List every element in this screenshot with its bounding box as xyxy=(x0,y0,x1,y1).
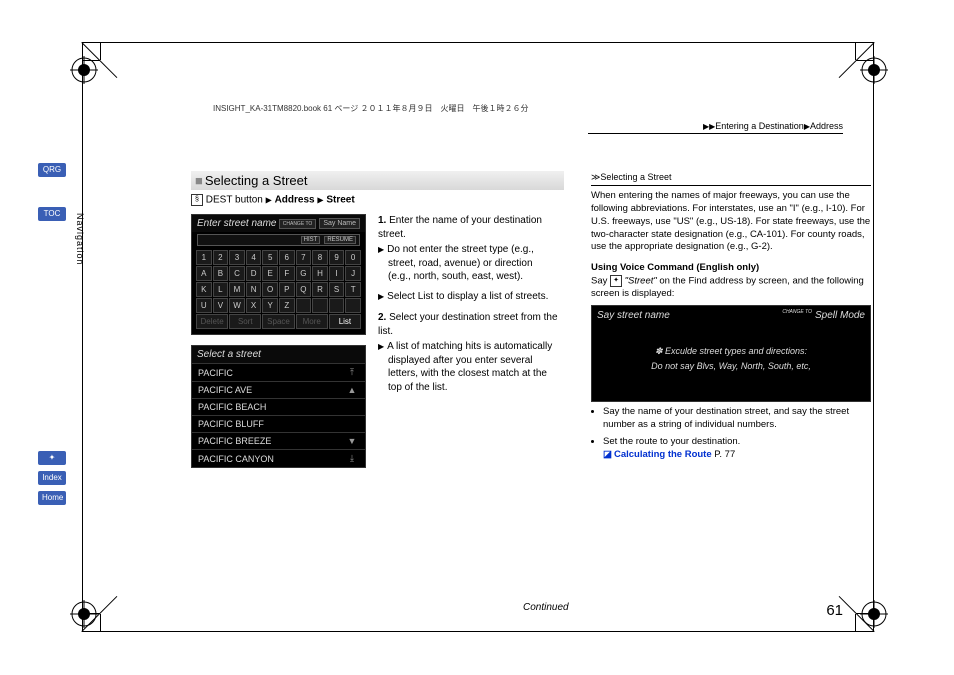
key xyxy=(312,298,328,313)
book-info-line: INSIGHT_KA-31TM8820.book 61 ページ ２０１１年８月９… xyxy=(213,103,528,114)
key xyxy=(329,298,345,313)
list-key[interactable]: List xyxy=(329,314,361,329)
tab-toc[interactable]: TOC xyxy=(38,207,66,221)
list-item[interactable]: PACIFIC AVE▲ xyxy=(192,381,365,398)
key[interactable]: Z xyxy=(279,298,295,313)
section-title: ■Selecting a Street xyxy=(191,171,564,190)
tab-voice[interactable]: ✦ xyxy=(38,451,66,465)
scroll-top-icon[interactable]: ⤒ xyxy=(345,367,359,378)
list-item[interactable]: PACIFIC⤒ xyxy=(192,363,365,381)
key[interactable]: N xyxy=(246,282,262,297)
key xyxy=(296,298,312,313)
key[interactable]: E xyxy=(262,266,278,281)
key[interactable]: B xyxy=(213,266,229,281)
key[interactable]: A xyxy=(196,266,212,281)
instructions: 1. Enter the name of your destination st… xyxy=(378,214,558,478)
key[interactable]: Y xyxy=(262,298,278,313)
hist-button[interactable]: HIST xyxy=(301,236,321,244)
side-tabs: QRG TOC ✦ Index Home xyxy=(38,163,66,511)
onscreen-keyboard: 1 2 3 4 5 6 7 8 9 0 A xyxy=(192,248,365,334)
continued-label: Continued xyxy=(523,602,569,613)
voice-command-heading: Using Voice Command (English only) xyxy=(591,262,871,275)
space-key[interactable]: Space xyxy=(262,314,294,329)
screen-title: Enter street name xyxy=(197,218,276,229)
enter-street-screenshot: Enter street name CHANGE TO Say Name HIS… xyxy=(191,214,366,335)
bullet: Set the route to your destination. ◪Calc… xyxy=(603,436,871,462)
section-side-label: Navigation xyxy=(75,213,85,266)
list-item[interactable]: PACIFIC BEACH xyxy=(192,398,365,415)
list-item[interactable]: PACIFIC CANYON⤓ xyxy=(192,449,365,467)
say-name-button[interactable]: Say Name xyxy=(319,218,360,229)
key[interactable]: 6 xyxy=(279,250,295,265)
key[interactable]: H xyxy=(312,266,328,281)
text-input[interactable]: HIST RESUME xyxy=(197,234,360,246)
crop-corner xyxy=(82,42,132,92)
key[interactable]: 1 xyxy=(196,250,212,265)
resume-button[interactable]: RESUME xyxy=(324,236,356,244)
key[interactable]: 4 xyxy=(246,250,262,265)
say-street-screenshot: Say street name CHANGE TO Spell Mode ✽ E… xyxy=(591,305,871,402)
key[interactable]: R xyxy=(312,282,328,297)
key[interactable]: 5 xyxy=(262,250,278,265)
key[interactable]: O xyxy=(262,282,278,297)
key[interactable]: L xyxy=(213,282,229,297)
key[interactable]: M xyxy=(229,282,245,297)
key[interactable]: 3 xyxy=(229,250,245,265)
dest-icon: § xyxy=(191,194,203,206)
key[interactable]: Q xyxy=(296,282,312,297)
freeway-note: When entering the names of major freeway… xyxy=(591,190,871,254)
delete-key[interactable]: Delete xyxy=(196,314,228,329)
key[interactable]: U xyxy=(196,298,212,313)
list-item[interactable]: PACIFIC BLUFF xyxy=(192,415,365,432)
sidebar-column: ≫Selecting a Street When entering the na… xyxy=(591,171,871,465)
key[interactable]: J xyxy=(345,266,361,281)
key[interactable]: W xyxy=(229,298,245,313)
tab-qrg[interactable]: QRG xyxy=(38,163,66,177)
select-street-screenshot: Select a street PACIFIC⤒ PACIFIC AVE▲ PA… xyxy=(191,345,366,468)
voice-command-text: Say ✦ "Street" on the Find address by sc… xyxy=(591,275,871,301)
key[interactable]: I xyxy=(329,266,345,281)
list-item[interactable]: PACIFIC BREEZE▼ xyxy=(192,432,365,449)
key[interactable]: 9 xyxy=(329,250,345,265)
key[interactable]: D xyxy=(246,266,262,281)
crop-corner xyxy=(824,42,874,92)
key[interactable]: 7 xyxy=(296,250,312,265)
key[interactable]: X xyxy=(246,298,262,313)
scroll-up-icon[interactable]: ▲ xyxy=(345,385,359,395)
change-to-label: CHANGE TO xyxy=(782,309,812,323)
page-frame: INSIGHT_KA-31TM8820.book 61 ページ ２０１１年８月９… xyxy=(82,42,874,632)
screen-title: Select a street xyxy=(197,349,261,360)
key[interactable]: P xyxy=(279,282,295,297)
breadcrumb: ▶▶Entering a Destination▶Address xyxy=(703,121,843,131)
scroll-bottom-icon[interactable]: ⤓ xyxy=(345,453,359,464)
key[interactable]: S xyxy=(329,282,345,297)
more-key[interactable]: More xyxy=(296,314,328,329)
scroll-down-icon[interactable]: ▼ xyxy=(345,436,359,446)
link-icon: ◪ xyxy=(603,449,612,460)
crop-corner xyxy=(82,582,132,632)
page-number: 61 xyxy=(826,602,843,619)
key[interactable]: 0 xyxy=(345,250,361,265)
key[interactable]: C xyxy=(229,266,245,281)
key[interactable]: F xyxy=(279,266,295,281)
key[interactable]: 8 xyxy=(312,250,328,265)
key[interactable]: K xyxy=(196,282,212,297)
key[interactable]: G xyxy=(296,266,312,281)
change-to-label: CHANGE TO xyxy=(279,219,317,229)
spell-mode-button[interactable]: Spell Mode xyxy=(815,309,865,323)
screen-title: Say street name xyxy=(597,309,670,323)
talk-icon: ✦ xyxy=(610,275,622,287)
key[interactable]: T xyxy=(345,282,361,297)
key xyxy=(345,298,361,313)
sort-key[interactable]: Sort xyxy=(229,314,261,329)
bullet: Say the name of your destination street,… xyxy=(603,406,871,432)
key[interactable]: 2 xyxy=(213,250,229,265)
key[interactable]: V xyxy=(213,298,229,313)
calculating-route-link[interactable]: Calculating the Route xyxy=(614,449,712,460)
breadcrumb-rule xyxy=(588,133,843,134)
tab-home[interactable]: Home xyxy=(38,491,66,505)
tab-index[interactable]: Index xyxy=(38,471,66,485)
